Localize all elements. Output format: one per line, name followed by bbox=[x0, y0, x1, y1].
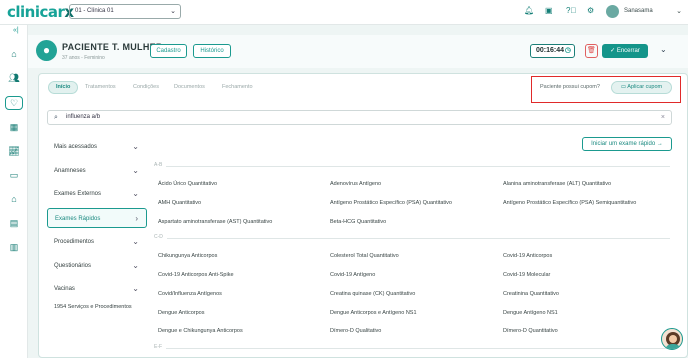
tab-tratamentos[interactable]: Tratamentos bbox=[85, 81, 116, 94]
top-bar: clinicarx 01 - Clínica 01 ⌄ 🔔︎ ▣ ?⃝ ⚙ San… bbox=[0, 0, 688, 25]
tab-fechamento[interactable]: Fechamento bbox=[222, 81, 253, 94]
category-exames-externos[interactable]: Exames Externos ⌄ bbox=[47, 184, 147, 204]
coupon-question: Paciente possui cupom? bbox=[540, 84, 600, 90]
category-anamneses[interactable]: Anamneses ⌄ bbox=[47, 161, 147, 181]
cadastro-button[interactable]: Cadastro bbox=[150, 44, 187, 58]
group-header: A-B bbox=[154, 162, 670, 169]
timer: 00:16:44 ◷ bbox=[530, 44, 575, 58]
bank-icon[interactable]: ⌂ bbox=[8, 193, 20, 205]
category-procedimentos[interactable]: Procedimentos ⌄ bbox=[47, 232, 147, 252]
id-card-icon[interactable]: ▤ bbox=[8, 217, 20, 229]
bell-icon[interactable]: 🔔︎ bbox=[524, 6, 534, 15]
chevron-down-icon: ⌄ bbox=[132, 284, 139, 293]
stethoscope-icon[interactable]: ♡ bbox=[5, 96, 23, 110]
arrow-right-icon: → bbox=[655, 141, 663, 147]
patient-avatar-icon: ● bbox=[36, 40, 57, 61]
collapse-sidebar-icon[interactable]: «| bbox=[13, 27, 19, 34]
exam-item[interactable]: Dengue e Chikungunya Anticorpos bbox=[158, 328, 243, 334]
exam-item[interactable]: Beta-HCG Quantitativo bbox=[330, 219, 386, 225]
chevron-down-icon: ⌄ bbox=[132, 237, 139, 246]
category-questionarios[interactable]: Questionários ⌄ bbox=[47, 256, 147, 276]
chevron-down-icon: ⌄ bbox=[676, 8, 682, 15]
home-icon[interactable]: ⌂ bbox=[8, 48, 20, 60]
chevron-down-icon: ⌄ bbox=[170, 8, 176, 15]
calendar-icon[interactable]: ▦ bbox=[8, 121, 20, 133]
exam-item[interactable]: Colesterol Total Quantitativo bbox=[330, 253, 399, 259]
exam-item[interactable]: Dengue Anticorpos e Antígeno NS1 bbox=[330, 310, 417, 316]
clinicarx-logo[interactable]: clinicarx bbox=[7, 3, 74, 21]
exam-item[interactable]: Alanina aminotransferase (ALT) Quantitat… bbox=[503, 181, 611, 187]
clear-search-icon[interactable]: × bbox=[661, 111, 665, 124]
chevron-down-icon: ⌄ bbox=[132, 189, 139, 198]
search-icon: ⌕ bbox=[54, 114, 58, 121]
report-icon[interactable]: ▥ bbox=[8, 241, 20, 253]
chart-icon[interactable]: 📈︎ bbox=[8, 145, 20, 157]
clinic-select[interactable]: 01 - Clínica 01 ⌄ bbox=[69, 4, 181, 19]
exam-item[interactable]: Dengue Antígeno NS1 bbox=[503, 310, 558, 316]
tab-inicio[interactable]: Início bbox=[48, 81, 79, 94]
folder-icon[interactable]: ▭ bbox=[8, 169, 20, 181]
chevron-right-icon: › bbox=[135, 214, 138, 223]
patient-name: PACIENTE T. MULHER bbox=[62, 42, 163, 52]
exam-item[interactable]: Ácido Úrico Quantitativo bbox=[158, 181, 217, 187]
group-header: E-F bbox=[154, 344, 670, 351]
chevron-down-icon[interactable]: ⌄ bbox=[660, 45, 667, 54]
category-exames-rapidos[interactable]: Exames Rápidos › bbox=[47, 208, 147, 228]
exam-item[interactable]: Chikungunya Anticorpos bbox=[158, 253, 217, 259]
assistant-avatar[interactable] bbox=[661, 328, 683, 350]
user-menu[interactable]: Sanasama ⌄ bbox=[606, 4, 682, 19]
encerrar-button[interactable]: ✓ Encerrar bbox=[602, 44, 648, 58]
exam-item[interactable]: Dímero-D Quantitativo bbox=[503, 328, 558, 334]
exam-item[interactable]: Aspartato aminotransferase (AST) Quantit… bbox=[158, 219, 272, 225]
exam-item[interactable]: Covid-19 Anticorpos Anti-Spike bbox=[158, 272, 234, 278]
chevron-down-icon: ⌄ bbox=[132, 142, 139, 151]
trash-icon[interactable]: 🗑︎ bbox=[585, 44, 598, 58]
users-icon[interactable]: 👥︎ bbox=[8, 72, 20, 84]
exam-item[interactable]: AMH Quantitativo bbox=[158, 200, 201, 206]
clock-icon: ◷ bbox=[564, 47, 571, 54]
exam-item[interactable]: Covid/Influenza Antígenos bbox=[158, 291, 222, 297]
group-header: C-D bbox=[154, 234, 670, 241]
exam-item[interactable]: Antígeno Prostático Específico (PSA) Sem… bbox=[503, 200, 636, 206]
exam-item[interactable]: Creatina quinase (CK) Quantitativo bbox=[330, 291, 415, 297]
patient-subtitle: 37 anos - Feminino bbox=[62, 55, 105, 61]
historico-button[interactable]: Histórico bbox=[193, 44, 231, 58]
services-count: 1954 Serviços e Procedimentos bbox=[54, 304, 132, 310]
exam-item[interactable]: Adenovírus Antígeno bbox=[330, 181, 381, 187]
exam-item[interactable]: Covid-19 Anticorpos bbox=[503, 253, 552, 259]
tab-documentos[interactable]: Documentos bbox=[174, 81, 205, 94]
search-input[interactable]: ⌕ influenza a/b × bbox=[47, 110, 672, 125]
avatar bbox=[606, 5, 619, 18]
briefcase-icon[interactable]: ▣ bbox=[545, 6, 553, 15]
check-icon: ✓ bbox=[610, 48, 617, 54]
category-vacinas[interactable]: Vacinas ⌄ bbox=[47, 279, 147, 299]
exam-item[interactable]: Covid-19 Antígeno bbox=[330, 272, 375, 278]
help-icon[interactable]: ?⃝ bbox=[566, 6, 576, 15]
chevron-down-icon: ⌄ bbox=[132, 166, 139, 175]
gear-icon[interactable]: ⚙ bbox=[587, 6, 594, 15]
exam-item[interactable]: Creatinina Quantitativo bbox=[503, 291, 559, 297]
exam-item[interactable]: Dímero-D Qualitativo bbox=[330, 328, 381, 334]
chevron-down-icon: ⌄ bbox=[132, 261, 139, 270]
exam-item[interactable]: Dengue Anticorpos bbox=[158, 310, 204, 316]
apply-coupon-button[interactable]: ▭ Aplicar cupom bbox=[611, 81, 672, 94]
exam-item[interactable]: Antígeno Prostático Específico (PSA) Qua… bbox=[330, 200, 452, 206]
quick-exam-button[interactable]: Iniciar um exame rápido → bbox=[582, 137, 672, 151]
tab-condicoes[interactable]: Condições bbox=[133, 81, 159, 94]
exam-item[interactable]: Covid-19 Molecular bbox=[503, 272, 550, 278]
category-mais-acessados[interactable]: Mais acessados ⌄ bbox=[47, 137, 147, 157]
